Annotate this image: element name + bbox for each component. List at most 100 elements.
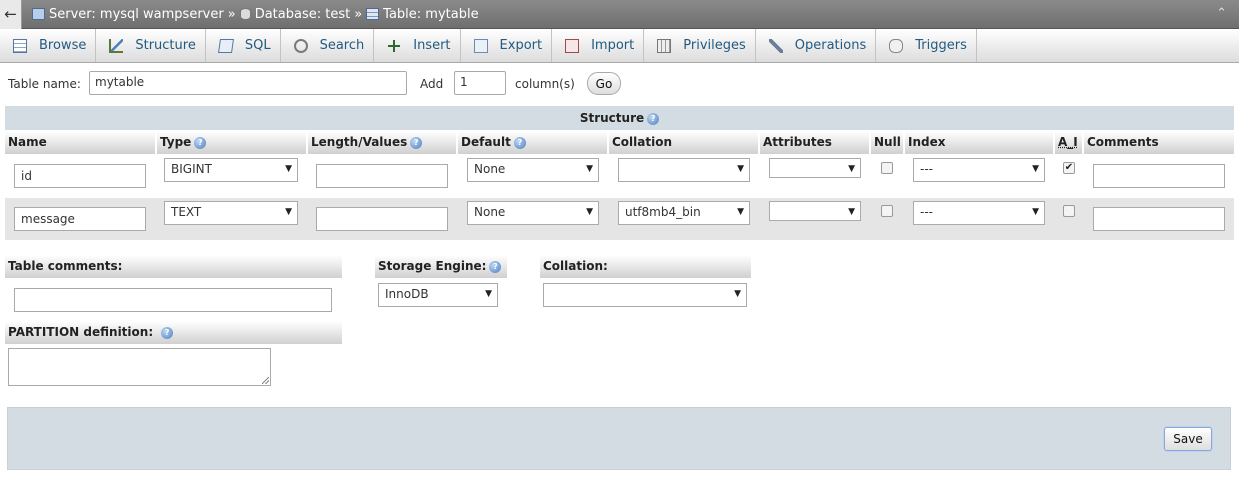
header-index: Index: [905, 131, 1055, 154]
header-ai: A_I: [1055, 131, 1084, 154]
ai-checkbox[interactable]: [1063, 205, 1075, 217]
tab-import[interactable]: Import: [552, 29, 645, 62]
table-row: id BIGINT None --- ✔: [5, 155, 1234, 197]
breadcrumb-server-label[interactable]: Server: mysql wampserver: [49, 7, 224, 22]
tab-insert[interactable]: Insert: [374, 29, 461, 62]
tab-export[interactable]: Export: [461, 29, 553, 62]
triggers-icon: [889, 38, 904, 53]
null-checkbox[interactable]: [881, 205, 893, 217]
help-icon[interactable]: ?: [410, 136, 423, 149]
help-icon[interactable]: ?: [647, 112, 660, 125]
table-collation-select[interactable]: [543, 283, 747, 307]
attributes-select[interactable]: [769, 158, 861, 178]
breadcrumb-table-label[interactable]: Table: mytable: [383, 7, 478, 22]
privileges-icon: [657, 38, 672, 53]
tab-operations[interactable]: Operations: [756, 29, 877, 62]
tab-triggers-label: Triggers: [915, 38, 967, 53]
breadcrumb-separator: »: [354, 6, 363, 22]
header-default-label: Default: [461, 135, 511, 149]
partition-header: PARTITION definition:?: [5, 321, 342, 344]
default-select[interactable]: None: [467, 158, 599, 182]
breadcrumb-server[interactable]: Server: mysql wampserver: [32, 7, 224, 22]
tab-search[interactable]: Search: [281, 29, 375, 62]
tab-sql[interactable]: SQL: [206, 29, 281, 62]
attributes-select[interactable]: [769, 201, 861, 221]
type-select[interactable]: TEXT: [164, 201, 298, 225]
help-icon[interactable]: ?: [513, 136, 526, 149]
collation-label: Collation:: [543, 259, 608, 273]
collapse-icon[interactable]: ⌃: [1216, 6, 1227, 21]
help-icon[interactable]: ?: [161, 326, 174, 339]
header-attributes: Attributes: [760, 131, 871, 154]
breadcrumb-database[interactable]: Database: test: [239, 7, 351, 22]
header-ai-label: A_I: [1058, 135, 1078, 149]
browse-icon: [13, 38, 27, 53]
header-name-label: Name: [8, 135, 47, 149]
comments-input[interactable]: [1093, 207, 1225, 231]
breadcrumb-table[interactable]: Table: mytable: [366, 7, 479, 22]
tab-browse-label: Browse: [39, 38, 87, 53]
tab-structure[interactable]: Structure: [96, 29, 206, 62]
export-icon: [473, 38, 488, 53]
header-collation: Collation: [609, 131, 760, 154]
import-icon: [565, 38, 580, 53]
column-name-input[interactable]: message: [14, 207, 146, 231]
database-icon: [239, 8, 251, 20]
footer-panel: Save: [7, 407, 1231, 470]
help-icon[interactable]: ?: [194, 136, 207, 149]
tab-privileges[interactable]: Privileges: [644, 29, 756, 62]
header-collation-label: Collation: [612, 135, 673, 149]
breadcrumb-separator: »: [227, 6, 236, 22]
null-checkbox[interactable]: [881, 162, 893, 174]
header-index-label: Index: [908, 135, 946, 149]
go-button[interactable]: Go: [587, 72, 621, 95]
add-label: Add: [420, 77, 444, 91]
tab-sql-label: SQL: [244, 38, 271, 53]
storage-engine-select[interactable]: InnoDB: [378, 283, 498, 307]
resize-handle-icon[interactable]: [262, 377, 269, 384]
breadcrumb-database-label[interactable]: Database: test: [255, 7, 351, 22]
help-icon[interactable]: ?: [489, 260, 502, 273]
header-type: Type?: [157, 131, 308, 154]
tab-browse[interactable]: Browse: [0, 29, 97, 62]
collation-select[interactable]: utf8mb4_bin: [618, 201, 750, 225]
table-comments-input[interactable]: [14, 288, 332, 312]
server-icon: [32, 8, 45, 20]
partition-textarea[interactable]: [8, 348, 271, 386]
insert-icon: [387, 38, 402, 53]
breadcrumb: Server: mysql wampserver » Database: tes…: [32, 7, 479, 22]
table-comments-header: Table comments:: [5, 255, 342, 278]
storage-engine-label: Storage Engine:: [378, 259, 487, 273]
add-columns-input[interactable]: 1: [454, 71, 506, 95]
tab-structure-label: Structure: [135, 38, 196, 53]
collation-header: Collation:: [540, 255, 751, 278]
tab-import-label: Import: [591, 38, 635, 53]
table-name-label: Table name:: [8, 77, 81, 91]
wrench-icon: [768, 38, 783, 53]
tab-triggers[interactable]: Triggers: [876, 29, 977, 62]
collation-select[interactable]: [618, 158, 750, 182]
storage-engine-header: Storage Engine:?: [375, 255, 507, 278]
header-name: Name: [5, 131, 157, 154]
index-select[interactable]: ---: [913, 201, 1045, 225]
save-button[interactable]: Save: [1164, 427, 1212, 451]
table-comments-label: Table comments:: [8, 259, 123, 273]
length-input[interactable]: [316, 164, 448, 188]
partition-label: PARTITION definition:: [8, 325, 154, 339]
header-comments: Comments: [1084, 131, 1234, 154]
table-icon: [366, 8, 380, 20]
length-input[interactable]: [316, 207, 448, 231]
ai-checkbox[interactable]: ✔: [1063, 162, 1075, 174]
comments-input[interactable]: [1093, 164, 1225, 188]
sql-icon: [217, 38, 234, 53]
search-icon: [293, 38, 308, 53]
tab-search-label: Search: [319, 38, 365, 53]
index-select[interactable]: ---: [913, 158, 1045, 182]
tab-operations-label: Operations: [794, 38, 867, 53]
column-name-input[interactable]: id: [14, 164, 146, 188]
default-select[interactable]: None: [467, 201, 599, 225]
back-arrow-icon[interactable]: ←: [0, 0, 22, 29]
type-select[interactable]: BIGINT: [164, 158, 298, 182]
table-name-input[interactable]: mytable: [89, 71, 407, 95]
tab-insert-label: Insert: [413, 38, 451, 53]
